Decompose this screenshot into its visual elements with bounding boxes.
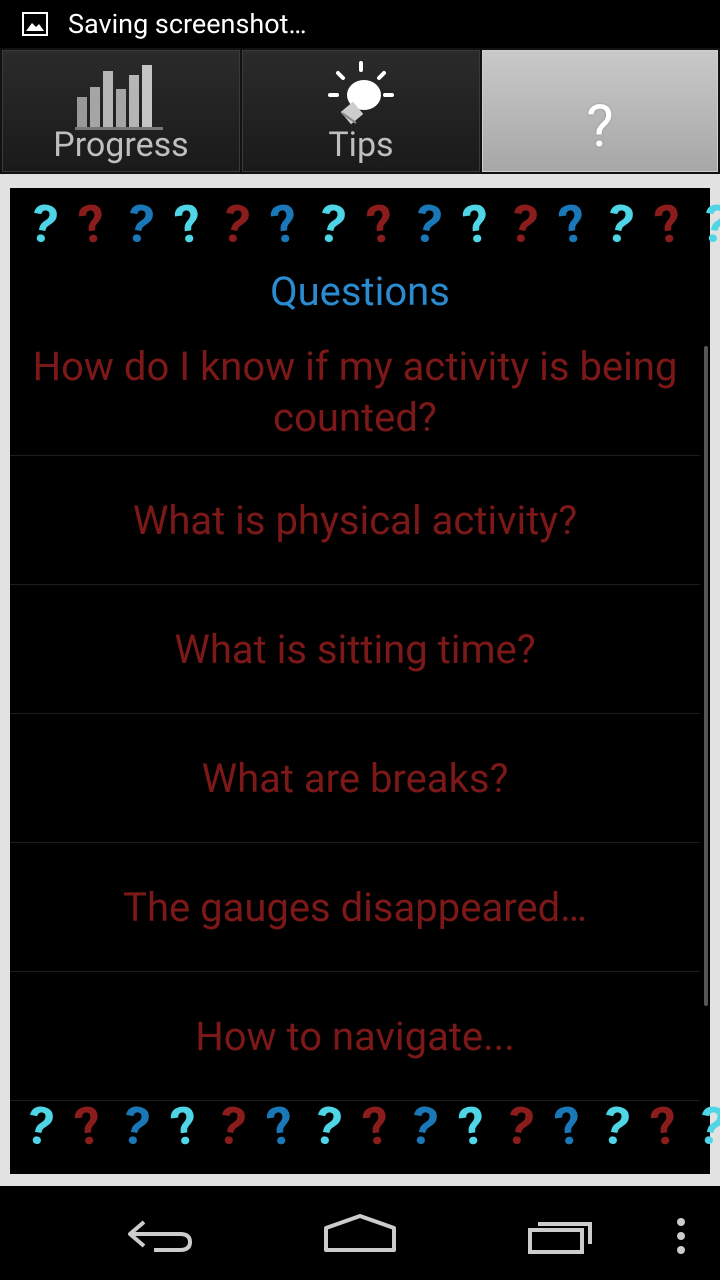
- navigation-bar: [0, 1186, 720, 1280]
- tab-tips[interactable]: Tips: [242, 50, 480, 172]
- question-text: The gauges disappeared…: [123, 883, 587, 931]
- recents-icon[interactable]: [526, 1216, 598, 1256]
- question-item[interactable]: What is sitting time?: [10, 585, 700, 714]
- questions-list: How do I know if my activity is being co…: [10, 328, 700, 1108]
- tab-progress[interactable]: Progress: [2, 50, 240, 172]
- question-item[interactable]: How to navigate...: [10, 972, 700, 1101]
- question-mark-icon: ?: [693, 1094, 720, 1159]
- status-bar: Saving screenshot…: [0, 0, 720, 48]
- scrollbar[interactable]: [704, 346, 708, 1006]
- question-mark-icon: ?: [697, 192, 720, 257]
- question-item[interactable]: What is physical activity?: [10, 456, 700, 585]
- overflow-menu-icon[interactable]: [674, 1216, 688, 1256]
- question-item[interactable]: How do I know if my activity is being co…: [10, 328, 700, 456]
- decoration-bottom: ???????????????: [16, 1094, 720, 1160]
- panel-title: Questions: [270, 268, 450, 315]
- tab-tips-label: Tips: [328, 125, 394, 165]
- question-text: How to navigate...: [195, 1012, 515, 1060]
- bar-chart-icon: [75, 65, 163, 130]
- tab-questions-label: ?: [586, 93, 614, 161]
- lightbulb-icon: [328, 61, 394, 125]
- question-text: How do I know if my activity is being co…: [32, 342, 678, 441]
- home-icon[interactable]: [322, 1212, 398, 1254]
- question-item[interactable]: What are breaks?: [10, 714, 700, 843]
- back-icon[interactable]: [124, 1216, 196, 1256]
- status-text: Saving screenshot…: [68, 8, 307, 40]
- question-text: What is sitting time?: [174, 625, 536, 673]
- tab-questions[interactable]: ?: [482, 50, 718, 172]
- image-icon: [22, 12, 48, 36]
- tab-bar: Progress Tips ?: [0, 48, 720, 174]
- question-item[interactable]: The gauges disappeared…: [10, 843, 700, 972]
- tab-progress-label: Progress: [53, 125, 189, 165]
- question-text: What are breaks?: [201, 754, 509, 802]
- content-frame: ??????????????? Questions How do I know …: [0, 174, 720, 1186]
- decoration-top: ???????????????: [20, 192, 720, 258]
- question-text: What is physical activity?: [132, 496, 578, 544]
- questions-panel: ??????????????? Questions How do I know …: [10, 188, 720, 1174]
